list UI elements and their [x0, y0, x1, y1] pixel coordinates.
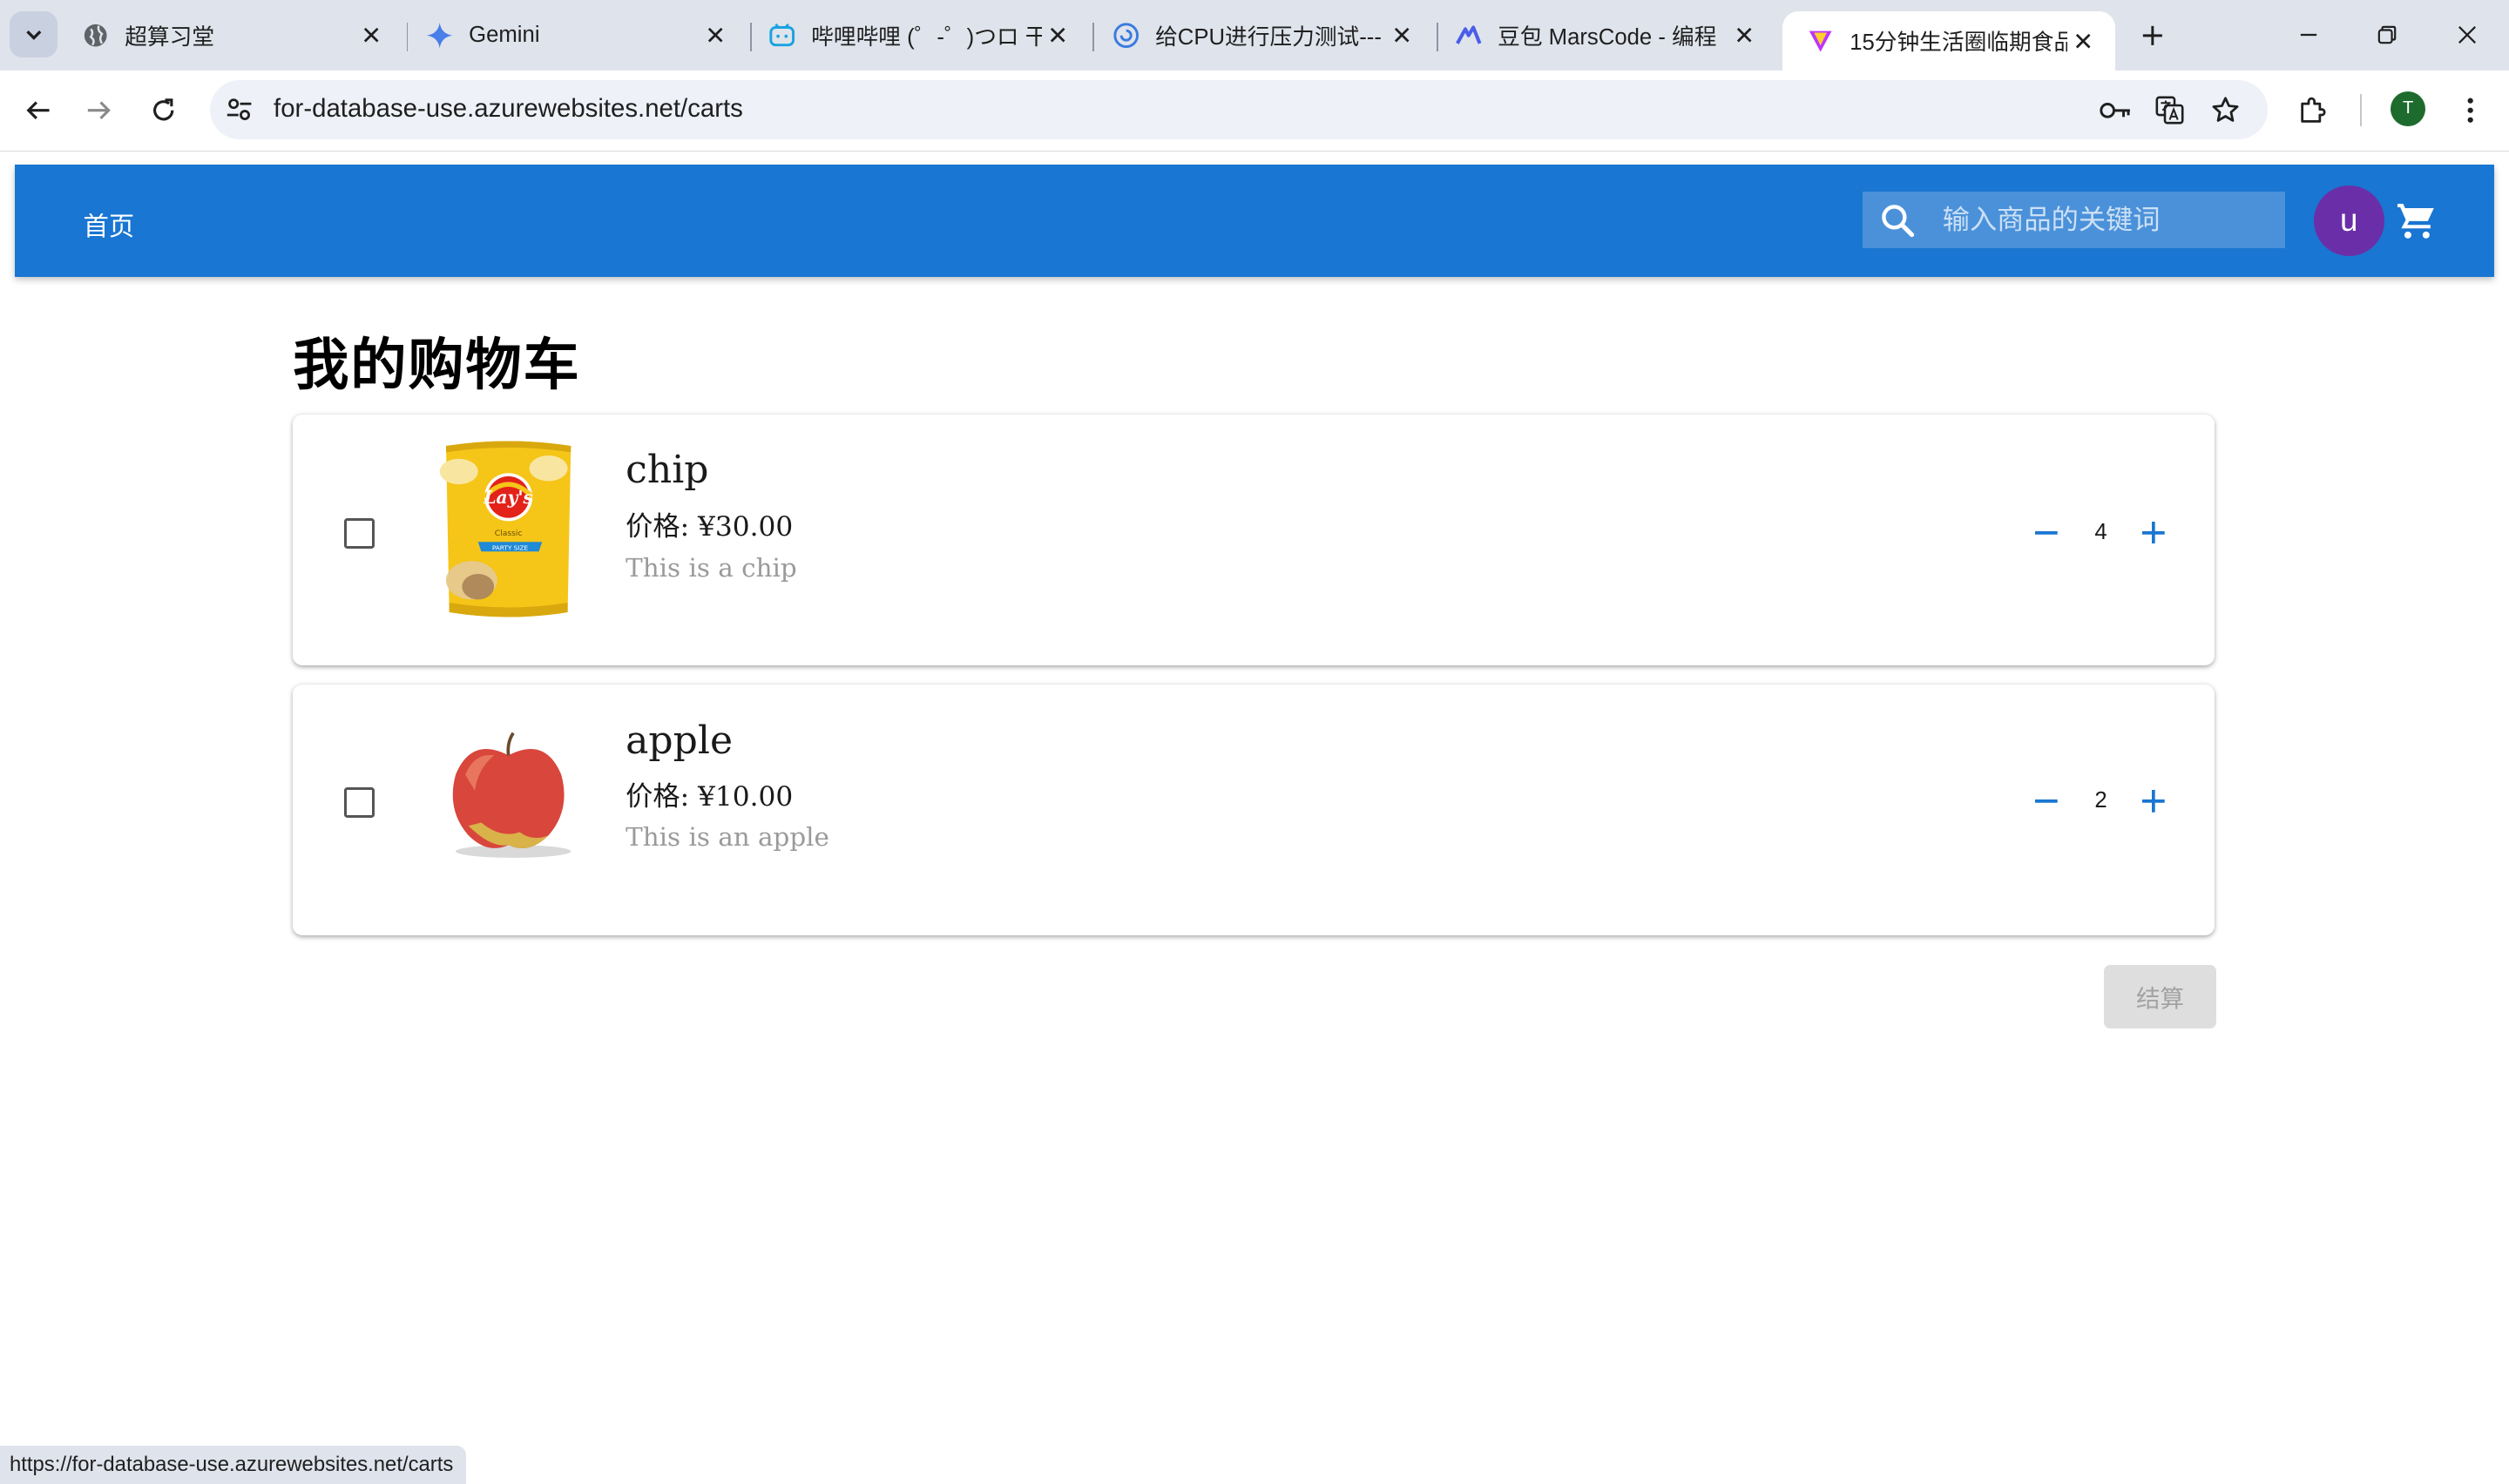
cart-item-card: Lay's Classic PARTY SIZE chip 价格: ¥30.00…	[293, 414, 2215, 666]
close-tab-icon[interactable]	[355, 19, 388, 51]
tab-title: 超算习堂	[125, 24, 215, 50]
svg-text:PARTY SIZE: PARTY SIZE	[492, 544, 529, 552]
user-avatar[interactable]: u	[2313, 186, 2384, 256]
back-button[interactable]	[17, 90, 59, 132]
home-link[interactable]: 首页	[83, 206, 134, 243]
tab-title: 豆包 MarsCode - 编程	[1498, 24, 1717, 50]
page-title: 我的购物车	[293, 332, 581, 398]
close-window-button[interactable]	[2445, 13, 2489, 57]
tab-title: 哔哩哔哩 (゜-゜)つロ 干	[811, 24, 1042, 50]
increase-quantity-button[interactable]	[2134, 782, 2173, 820]
tab-2[interactable]: Gemini	[402, 10, 747, 61]
extensions-button[interactable]	[2293, 90, 2335, 132]
forward-button[interactable]	[78, 90, 120, 132]
tab-title: Gemini	[469, 22, 540, 47]
decrease-quantity-button[interactable]	[2027, 514, 2066, 552]
restore-button[interactable]	[2365, 13, 2410, 57]
status-bar-url: https://for-database-use.azurewebsites.n…	[0, 1446, 466, 1484]
product-name: apple	[626, 718, 734, 763]
site-logo-icon	[1113, 23, 1140, 48]
site-settings-icon[interactable]	[226, 96, 253, 123]
quantity-value: 4	[2094, 519, 2107, 544]
tab-strip: 超算习堂 Gemini 哔哩哔哩 (゜-゜)つロ 干 给CPU进行压力测试---…	[0, 0, 2509, 71]
plus-icon	[2142, 521, 2166, 544]
more-vertical-icon	[2467, 98, 2473, 123]
arrow-right-icon	[88, 101, 112, 120]
close-tab-icon[interactable]	[1042, 19, 1074, 51]
tab-4[interactable]: 给CPU进行压力测试---	[1088, 10, 1434, 61]
tab-3[interactable]: 哔哩哔哩 (゜-゜)つロ 干	[744, 10, 1090, 61]
tab-6-active[interactable]: 15分钟生活圈临期食品	[1782, 10, 2116, 71]
tab-1[interactable]: 超算习堂	[57, 10, 403, 61]
product-price: 价格: ¥10.00	[626, 780, 794, 813]
product-name: chip	[626, 448, 709, 493]
tab-title: 给CPU进行压力测试---	[1155, 24, 1382, 50]
close-tab-icon[interactable]	[1386, 19, 1418, 51]
close-icon	[2458, 26, 2477, 44]
search-box	[1862, 192, 2285, 248]
chips-bag-image: Lay's Classic PARTY SIZE	[440, 441, 571, 617]
quantity-value: 2	[2094, 788, 2107, 813]
globe-icon	[85, 24, 108, 47]
close-tab-icon[interactable]	[700, 19, 732, 51]
minimize-icon	[2301, 34, 2317, 37]
restore-icon	[2378, 26, 2397, 44]
bilibili-tv-icon	[769, 23, 795, 46]
plus-icon	[2142, 790, 2166, 813]
search-icon[interactable]	[1878, 201, 1917, 239]
address-bar[interactable]: for-database-use.azurewebsites.net/carts	[209, 79, 2268, 139]
product-price: 价格: ¥30.00	[626, 510, 794, 543]
profile-avatar[interactable]: T	[2391, 91, 2426, 127]
close-tab-icon[interactable]	[1728, 19, 1761, 51]
minus-icon	[2035, 530, 2058, 535]
tab-5[interactable]: 豆包 MarsCode - 编程	[1430, 10, 1776, 61]
reload-button[interactable]	[142, 90, 184, 132]
password-key-icon[interactable]	[2098, 93, 2133, 128]
translate-icon[interactable]	[2152, 93, 2187, 128]
checkout-button[interactable]: 结算	[2104, 964, 2216, 1029]
app-header: 首页 u	[14, 165, 2495, 277]
url-text[interactable]: for-database-use.azurewebsites.net/carts	[274, 94, 743, 124]
decrease-quantity-button[interactable]	[2027, 782, 2066, 820]
cart-item-card: apple 价格: ¥10.00 This is an apple 2	[293, 685, 2215, 936]
select-item-checkbox[interactable]	[343, 518, 375, 550]
browser-menu-button[interactable]	[2450, 90, 2492, 132]
marscode-icon	[1456, 25, 1482, 44]
product-description: This is an apple	[626, 822, 829, 853]
browser-toolbar: for-database-use.azurewebsites.net/carts…	[0, 70, 2509, 152]
search-input[interactable]	[1942, 192, 2276, 248]
tab-search-button[interactable]	[10, 10, 58, 58]
new-tab-button[interactable]	[2133, 16, 2171, 54]
gemini-sparkle-icon	[427, 22, 453, 49]
svg-text:Lay's: Lay's	[484, 488, 534, 509]
increase-quantity-button[interactable]	[2134, 514, 2173, 552]
toolbar-divider	[2360, 94, 2362, 127]
svg-text:Classic: Classic	[495, 529, 523, 538]
select-item-checkbox[interactable]	[343, 786, 375, 819]
vite-logo-icon	[1809, 30, 1832, 52]
product-description: This is a chip	[626, 553, 797, 583]
close-tab-icon[interactable]	[2067, 24, 2100, 57]
reload-icon	[152, 98, 173, 121]
puzzle-icon	[2301, 98, 2326, 123]
tab-title: 15分钟生活圈临期食品	[1850, 30, 2068, 56]
plus-icon	[2142, 25, 2162, 45]
apple-image	[453, 732, 571, 858]
shopping-cart-icon[interactable]	[2396, 200, 2438, 242]
arrow-left-icon	[26, 101, 50, 120]
minus-icon	[2035, 799, 2058, 804]
chevron-down-icon	[26, 30, 42, 40]
bookmark-star-icon[interactable]	[2208, 93, 2243, 128]
minimize-button[interactable]	[2287, 13, 2331, 57]
